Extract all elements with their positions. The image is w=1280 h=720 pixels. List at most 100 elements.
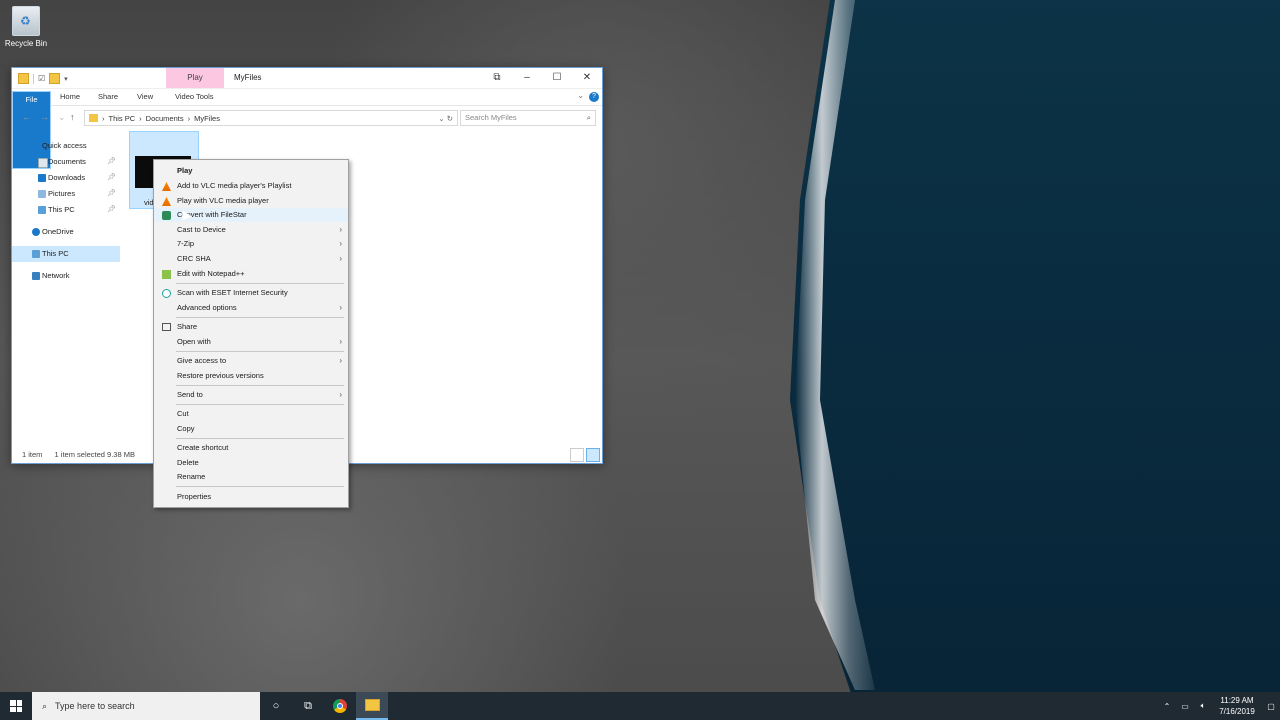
menu-item-play[interactable]: Play <box>154 164 348 178</box>
sidebar-item-downloads[interactable]: Downloads 📌︎ <box>12 170 120 186</box>
eset-icon <box>162 289 171 298</box>
breadcrumb-this-pc[interactable]: This PC <box>109 114 136 123</box>
tab-video-tools[interactable]: Video Tools <box>175 89 214 105</box>
maximize-button[interactable]: ☐ <box>542 68 572 88</box>
chrome-taskbar-button[interactable] <box>324 692 356 720</box>
pin-icon: 📌︎ <box>107 190 116 197</box>
minimize-button[interactable]: – <box>512 68 542 88</box>
sidebar-item-onedrive[interactable]: OneDrive <box>12 224 120 240</box>
chrome-icon <box>333 699 347 713</box>
menu-item-restore-versions[interactable]: Restore previous versions <box>154 369 348 383</box>
window-controls: ⧉ – ☐ ✕ <box>482 68 602 88</box>
menu-item-copy[interactable]: Copy <box>154 422 348 436</box>
network-icon[interactable]: ▭ <box>1176 702 1194 711</box>
clock[interactable]: 11:29 AM 7/16/2019 <box>1212 695 1262 717</box>
search-input[interactable]: Search MyFiles ⌕ <box>460 110 596 126</box>
start-button[interactable] <box>0 692 32 720</box>
details-view-icon[interactable] <box>570 448 584 462</box>
taskbar-search-input[interactable]: ⌕ Type here to search <box>32 692 260 720</box>
pictures-icon <box>38 190 46 198</box>
refresh-icon[interactable]: ⌄ ↻ <box>438 114 453 123</box>
menu-item-advanced-options[interactable]: Advanced options › <box>154 301 348 315</box>
menu-item-open-with[interactable]: Open with › <box>154 335 348 349</box>
menu-item-rename[interactable]: Rename <box>154 470 348 484</box>
expand-ribbon-icon[interactable]: ⌄ <box>577 91 584 100</box>
breadcrumb-myfiles[interactable]: MyFiles <box>194 114 220 123</box>
divider <box>176 317 344 318</box>
pin-icon: 📌︎ <box>107 206 116 213</box>
cloud-icon <box>32 228 40 236</box>
close-button[interactable]: ✕ <box>572 68 602 88</box>
sidebar-item-label: OneDrive <box>42 227 74 236</box>
help-icon[interactable]: ? <box>589 92 599 102</box>
chevron-right-icon: › <box>339 239 342 248</box>
taskbar: ⌕ Type here to search ○ ⧉ ⌃ ▭ 🔈︎ 11:29 A… <box>0 692 1280 720</box>
menu-item-label: Open with <box>177 337 211 346</box>
menu-item-send-to[interactable]: Send to › <box>154 388 348 402</box>
back-icon[interactable]: ← <box>22 112 31 122</box>
recycle-bin-icon: ♻ <box>12 6 40 36</box>
menu-item-notepad[interactable]: Edit with Notepad++ <box>154 267 348 281</box>
menu-item-share[interactable]: Share <box>154 320 348 334</box>
sidebar-item-documents[interactable]: Documents 📌︎ <box>12 154 120 170</box>
properties-icon[interactable]: ☑ <box>38 74 45 83</box>
cortana-icon[interactable]: ○ <box>260 692 292 720</box>
menu-item-label: Delete <box>177 458 199 467</box>
chevron-up-icon[interactable]: ⌃ <box>1158 702 1176 711</box>
menu-item-give-access[interactable]: Give access to › <box>154 354 348 368</box>
forward-icon[interactable]: → <box>40 112 49 122</box>
large-icons-view-icon[interactable] <box>586 448 600 462</box>
tab-share[interactable]: Share <box>98 89 118 105</box>
breadcrumb-documents[interactable]: Documents <box>146 114 184 123</box>
customize-toolbar-icon[interactable]: ▾ <box>64 75 68 83</box>
sidebar-item-this-pc[interactable]: This PC <box>12 246 120 262</box>
file-explorer-taskbar-button[interactable] <box>356 692 388 720</box>
play-context-tab-header[interactable]: Play <box>166 68 224 88</box>
tab-view[interactable]: View <box>137 89 153 105</box>
divider <box>176 404 344 405</box>
address-bar[interactable]: › This PC › Documents › MyFiles ⌄ ↻ <box>84 110 458 126</box>
volume-icon[interactable]: 🔈︎ <box>1194 701 1212 711</box>
new-folder-icon[interactable] <box>49 73 61 84</box>
menu-item-label: Properties <box>177 492 212 501</box>
sidebar-item-network[interactable]: Network <box>12 268 120 284</box>
recycle-bin-shortcut[interactable]: ♻ Recycle Bin <box>4 6 48 48</box>
menu-item-label: Copy <box>177 424 195 433</box>
menu-item-crc-sha[interactable]: CRC SHA › <box>154 252 348 266</box>
computer-icon <box>32 250 40 258</box>
sidebar-item-this-pc-pinned[interactable]: This PC 📌︎ <box>12 202 120 218</box>
sidebar-item-quick-access[interactable]: Quick access <box>12 138 120 154</box>
sidebar-item-label: Pictures <box>48 189 76 198</box>
menu-item-7zip[interactable]: 7-Zip › <box>154 237 348 251</box>
menu-item-create-shortcut[interactable]: Create shortcut <box>154 441 348 455</box>
menu-item-delete[interactable]: Delete <box>154 456 348 470</box>
menu-item-cut[interactable]: Cut <box>154 407 348 421</box>
pin-icon: 📌︎ <box>107 158 116 165</box>
recent-locations-icon[interactable]: ⌄ <box>58 112 66 123</box>
sidebar-item-label: Quick access <box>42 141 87 150</box>
tab-home[interactable]: Home <box>60 89 80 105</box>
title-bar: ☑ ▾ Play MyFiles ⧉ – ☐ ✕ <box>12 68 602 89</box>
menu-item-vlc-playlist[interactable]: Add to VLC media player's Playlist <box>154 179 348 193</box>
chevron-right-icon: › <box>339 356 342 365</box>
windows-logo-icon <box>10 700 22 712</box>
chevron-right-icon: › <box>102 113 105 123</box>
system-tray: ⌃ ▭ 🔈︎ 11:29 AM 7/16/2019 ▢ <box>1158 692 1280 720</box>
up-icon[interactable]: ↑ <box>70 112 75 122</box>
sidebar-item-pictures[interactable]: Pictures 📌︎ <box>12 186 120 202</box>
menu-item-properties[interactable]: Properties <box>154 490 348 504</box>
vlc-icon <box>162 182 171 191</box>
recycle-bin-label: Recycle Bin <box>4 39 48 48</box>
sidebar-item-label: Documents <box>48 157 86 166</box>
ribbon-tabs: File Home Share View Video Tools ⌄ ? <box>12 89 602 169</box>
divider <box>176 385 344 386</box>
notepad-icon <box>162 270 171 279</box>
menu-item-eset-scan[interactable]: Scan with ESET Internet Security <box>154 286 348 300</box>
menu-item-vlc-play[interactable]: Play with VLC media player <box>154 194 348 208</box>
notifications-icon[interactable]: ▢ <box>1262 702 1280 711</box>
chevron-right-icon: › <box>187 113 191 123</box>
task-view-icon[interactable]: ⧉ <box>292 692 324 720</box>
menu-item-cast-to-device[interactable]: Cast to Device › <box>154 223 348 237</box>
display-icon[interactable]: ⧉ <box>482 68 512 88</box>
clock-time: 11:29 AM <box>1220 696 1254 705</box>
